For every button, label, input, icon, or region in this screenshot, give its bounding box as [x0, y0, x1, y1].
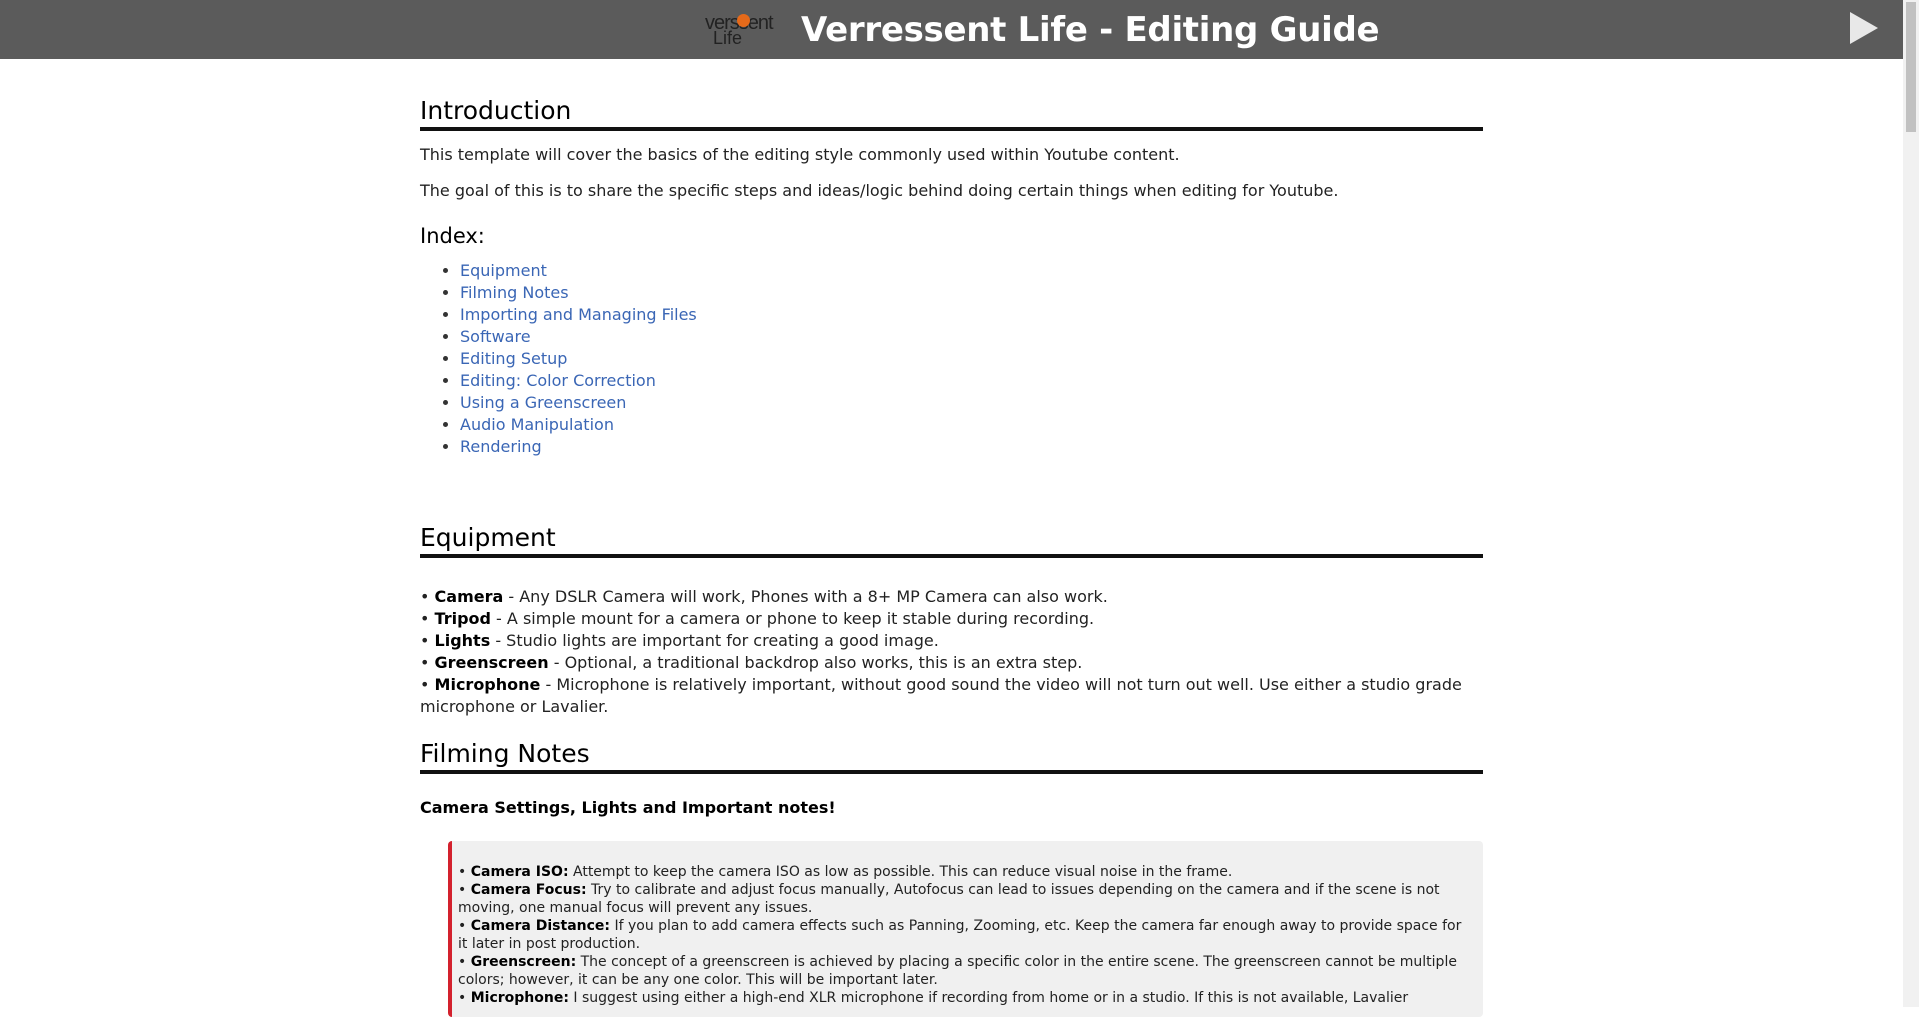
equipment-name: Camera: [434, 587, 504, 606]
equipment-heading: Equipment: [420, 523, 1483, 558]
equipment-name: Tripod: [434, 609, 491, 628]
intro-paragraph-2: The goal of this is to share the specifi…: [420, 181, 1339, 200]
index-item: Editing: Color Correction: [460, 370, 1483, 392]
index-link-filming-notes[interactable]: Filming Notes: [460, 283, 569, 302]
intro-paragraph-1: This template will cover the basics of t…: [420, 145, 1180, 164]
note-item: • Microphone: I suggest using either a h…: [458, 990, 1409, 1006]
equipment-desc: - Any DSLR Camera will work, Phones with…: [503, 587, 1108, 606]
filming-notes-callout: • Camera ISO: Attempt to keep the camera…: [448, 841, 1483, 1017]
index-list: Equipment Filming Notes Importing and Ma…: [420, 260, 1483, 458]
index-link-rendering[interactable]: Rendering: [460, 437, 542, 456]
equipment-item: • Greenscreen - Optional, a traditional …: [420, 653, 1083, 672]
note-name: Camera Distance:: [470, 918, 611, 934]
equipment-name: Lights: [434, 631, 491, 650]
index-item: Using a Greenscreen: [460, 392, 1483, 414]
equipment-desc: - Studio lights are important for creati…: [490, 631, 939, 650]
top-bar: verssent Life Verressent Life - Editing …: [0, 0, 1903, 59]
index-item: Software: [460, 326, 1483, 348]
equipment-name: Greenscreen: [434, 653, 549, 672]
index-item: Filming Notes: [460, 282, 1483, 304]
vertical-scrollbar[interactable]: [1903, 0, 1919, 1007]
main-content: Introduction This template will cover th…: [420, 59, 1483, 1017]
note-name: Greenscreen:: [470, 954, 577, 970]
index-link-editing-setup[interactable]: Editing Setup: [460, 349, 567, 368]
note-name: Camera Focus:: [470, 882, 587, 898]
note-item: • Camera Distance: If you plan to add ca…: [458, 918, 1462, 952]
logo-text-bottom: Life: [713, 28, 743, 48]
brand: verssent Life Verressent Life - Editing …: [703, 10, 1380, 50]
equipment-desc: - Optional, a traditional backdrop also …: [548, 653, 1083, 672]
filming-heading: Filming Notes: [420, 739, 1483, 774]
index-item: Editing Setup: [460, 348, 1483, 370]
index-link-software[interactable]: Software: [460, 327, 531, 346]
note-desc: Try to calibrate and adjust focus manual…: [458, 882, 1440, 916]
equipment-desc: - A simple mount for a camera or phone t…: [490, 609, 1095, 628]
equipment-desc: - Microphone is relatively important, wi…: [420, 675, 1462, 716]
note-name: Camera ISO:: [470, 864, 569, 880]
filming-subheading: Camera Settings, Lights and Important no…: [420, 798, 836, 817]
note-item: • Camera ISO: Attempt to keep the camera…: [458, 864, 1233, 880]
logo-dot-icon: [737, 14, 750, 27]
note-item: • Greenscreen: The concept of a greenscr…: [458, 954, 1457, 988]
equipment-item: • Microphone - Microphone is relatively …: [420, 675, 1462, 716]
index-link-importing[interactable]: Importing and Managing Files: [460, 305, 697, 324]
index-item: Equipment: [460, 260, 1483, 282]
scrollbar-thumb[interactable]: [1906, 2, 1916, 132]
index-item: Importing and Managing Files: [460, 304, 1483, 326]
index-item: Rendering: [460, 436, 1483, 458]
site-logo[interactable]: verssent Life: [703, 12, 791, 48]
index-link-greenscreen[interactable]: Using a Greenscreen: [460, 393, 626, 412]
index-link-color-correction[interactable]: Editing: Color Correction: [460, 371, 656, 390]
note-desc: The concept of a greenscreen is achieved…: [458, 954, 1457, 988]
equipment-item: • Tripod - A simple mount for a camera o…: [420, 609, 1095, 628]
page-title: Verressent Life - Editing Guide: [801, 10, 1380, 50]
equipment-item: • Lights - Studio lights are important f…: [420, 631, 939, 650]
note-name: Microphone:: [470, 990, 569, 1006]
note-desc: Attempt to keep the camera ISO as low as…: [568, 864, 1233, 880]
intro-heading: Introduction: [420, 96, 1483, 131]
index-link-equipment[interactable]: Equipment: [460, 261, 547, 280]
note-item: • Camera Focus: Try to calibrate and adj…: [458, 882, 1440, 916]
equipment-list: • Camera - Any DSLR Camera will work, Ph…: [420, 586, 1483, 718]
index-link-audio[interactable]: Audio Manipulation: [460, 415, 614, 434]
equipment-name: Microphone: [434, 675, 541, 694]
equipment-item: • Camera - Any DSLR Camera will work, Ph…: [420, 587, 1108, 606]
index-heading: Index:: [420, 224, 485, 248]
play-icon[interactable]: [1850, 12, 1878, 44]
note-desc: I suggest using either a high-end XLR mi…: [568, 990, 1409, 1006]
index-item: Audio Manipulation: [460, 414, 1483, 436]
